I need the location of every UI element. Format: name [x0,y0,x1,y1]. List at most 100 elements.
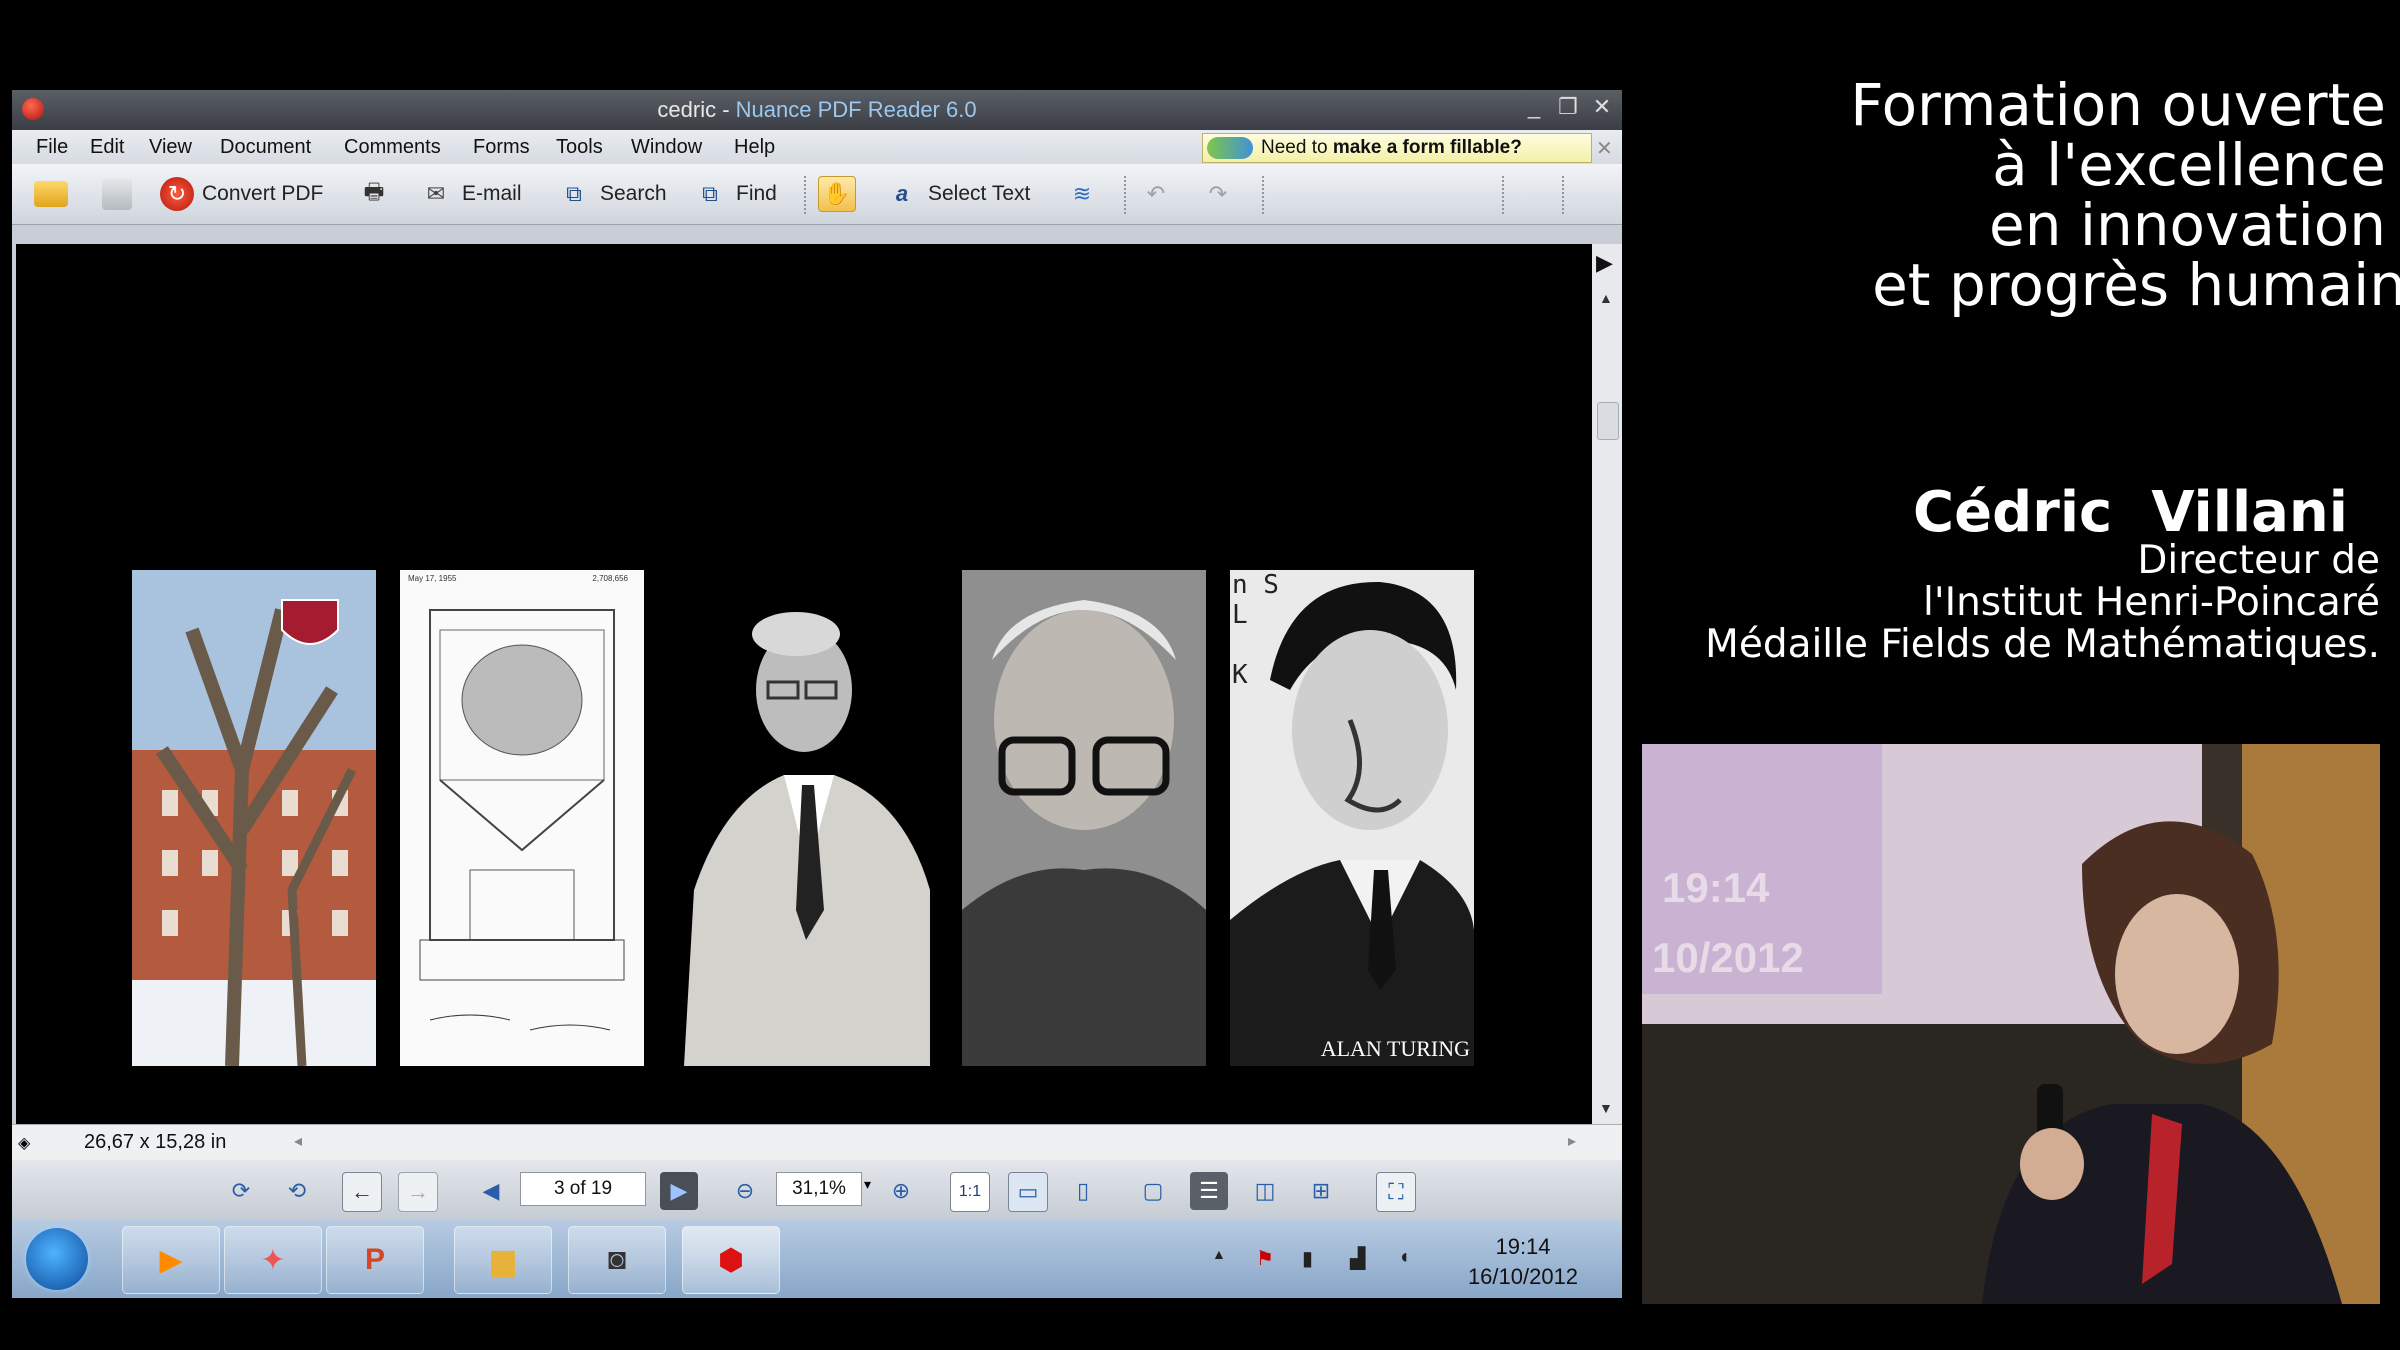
hand-tool-button[interactable]: ✋ [818,174,864,214]
powerpoint-icon: P [364,1243,385,1276]
redo-button[interactable]: ↷ [1200,174,1244,214]
save-icon [102,178,132,210]
print-button[interactable]: 🖶 [356,174,400,214]
menu-comments[interactable]: Comments [344,136,441,159]
minimize-button[interactable]: _ [1520,94,1548,120]
camera-icon: ◙ [607,1243,627,1276]
close-button[interactable]: ✕ [1588,94,1616,120]
find-binoculars-icon: ⧉ [702,181,718,206]
video-screen-time: 19:14 [1662,864,1770,911]
menu-forms[interactable]: Forms [473,136,530,159]
zoom-dropdown-icon[interactable]: ▾ [864,1176,871,1193]
taskbar-explorer[interactable]: ▆ [454,1226,552,1294]
folder-icon: ▆ [491,1243,515,1277]
snapshot-button[interactable]: ≋ [1064,174,1108,214]
page-size: 26,67 x 15,28 in [84,1131,227,1153]
forward-icon[interactable]: → [398,1172,438,1212]
rotate-cw-icon[interactable]: ⟳ [222,1172,260,1210]
actual-size-button[interactable]: 1:1 [950,1172,990,1212]
heading-line-4: et progrès humain [1872,251,2400,319]
panel-expand-icon[interactable]: ▶ [1596,250,1613,276]
previous-page-icon[interactable]: ◀ [472,1172,510,1210]
hscroll-left-icon[interactable]: ◂ [294,1131,302,1151]
fit-width-icon[interactable]: ▯ [1064,1172,1102,1210]
hand-icon: ✋ [818,176,856,212]
continuous-icon[interactable]: ☰ [1190,1172,1228,1210]
menu-tools[interactable]: Tools [556,136,603,159]
volume-icon[interactable]: ◖ [1398,1246,1410,1269]
event-heading: Formation ouverte à l'excellence en inno… [1850,71,2400,315]
form-fillable-promo[interactable]: Need to make a form fillable? [1202,133,1592,163]
menu-file[interactable]: File [36,136,68,159]
toolbar-separator-2 [1124,176,1128,214]
fullscreen-icon[interactable]: ⛶ [1376,1172,1416,1212]
zoom-field[interactable]: 31,1% [776,1172,862,1206]
taskbar-media-player[interactable]: ▶ [122,1226,220,1294]
binoculars-icon: ⧉ [566,181,582,206]
media-player-icon: ▶ [159,1243,183,1277]
fit-page-icon[interactable]: ▭ [1008,1172,1048,1212]
heading-line-1: Formation ouverte [1850,71,2386,139]
window-title: cedric - Nuance PDF Reader 6.0 [12,97,1622,123]
thumbnails-icon[interactable]: ⊞ [1302,1172,1340,1210]
title-bar: cedric - Nuance PDF Reader 6.0 _ ❐ ✕ [12,90,1622,130]
email-button[interactable]: ✉ E-mail [418,174,522,214]
convert-pdf-icon: ↻ [160,177,194,211]
network-icon[interactable]: ▟ [1350,1246,1365,1271]
undo-button[interactable]: ↶ [1138,174,1182,214]
toolbar-grip-1[interactable] [1502,176,1506,214]
toolbar-separator-3 [1262,176,1266,214]
action-center-icon[interactable]: ⚑ [1256,1246,1274,1271]
save-button[interactable] [102,174,140,214]
zoom-out-icon[interactable]: ⊖ [726,1172,764,1210]
power-icon[interactable]: ▮ [1302,1246,1313,1271]
document-view[interactable]: May 17, 1955 2,708,656 n S L K ALAN TURI… [16,244,1592,1124]
facing-pages-icon[interactable]: ◫ [1246,1172,1284,1210]
convert-pdf-button[interactable]: ↻ Convert PDF [160,174,323,214]
back-icon[interactable]: ← [342,1172,382,1212]
zoom-in-icon[interactable]: ⊕ [882,1172,920,1210]
scroll-down-icon[interactable]: ▼ [1599,1100,1613,1116]
clock-date: 16/10/2012 [1467,1264,1579,1289]
navigation-toolbar: ⟳ ⟲ ← → ◀ 3 of 19 ▶ ⊖ 31,1% ▾ ⊕ 1:1 ▭ ▯ … [12,1160,1622,1220]
tray-expand-icon[interactable]: ▲ [1212,1246,1226,1262]
rotate-ccw-icon[interactable]: ⟲ [278,1172,316,1210]
clock[interactable]: 19:14 16/10/2012 [1448,1232,1598,1292]
open-button[interactable] [34,174,76,214]
find-button[interactable]: ⧉ Find [692,174,777,214]
single-page-icon[interactable]: ▢ [1134,1172,1172,1210]
taskbar-pdf-reader[interactable]: ⬢ [682,1226,780,1294]
turing-caption: ALAN TURING [1320,1036,1470,1061]
menu-bar: File Edit View Document Comments Forms T… [12,130,1622,164]
search-button[interactable]: ⧉ Search [556,174,666,214]
promo-close-icon[interactable]: ✕ [1596,136,1613,161]
harvard-image [132,570,376,1066]
toolbar-grip-2[interactable] [1562,176,1566,214]
alan-turing-image: n S L K ALAN TURING [1230,570,1474,1066]
page-number-field[interactable]: 3 of 19 [520,1172,646,1206]
vertical-scrollbar[interactable]: ▲ ▼ [1592,244,1622,1124]
taskbar-powerpoint[interactable]: P [326,1226,424,1294]
restore-button[interactable]: ❐ [1554,94,1582,120]
taskbar: ▶ ✦ P ▆ ◙ ⬢ ▲ ⚑ ▮ ▟ ◖ 19:14 16/10/2012 [12,1220,1622,1298]
harvard-illustration [132,570,376,1066]
menu-document[interactable]: Document [220,136,311,159]
next-page-icon[interactable]: ▶ [660,1172,698,1210]
taskbar-paint[interactable]: ✦ [224,1226,322,1294]
hscroll-right-icon[interactable]: ▸ [1568,1131,1576,1151]
scroll-thumb[interactable] [1597,402,1619,440]
menu-edit[interactable]: Edit [90,136,124,159]
menu-help[interactable]: Help [734,136,775,159]
patent-date: May 17, 1955 [408,574,457,583]
role-line-3: Médaille Fields de Mathématiques. [1705,622,2380,667]
menu-window[interactable]: Window [631,136,702,159]
scroll-up-icon[interactable]: ▲ [1599,290,1613,306]
speaker-role: Directeur de l'Institut Henri-Poincaré M… [1705,540,2380,666]
taskbar-camera[interactable]: ◙ [568,1226,666,1294]
menu-view[interactable]: View [149,136,192,159]
title-separator: - [716,97,736,122]
start-button[interactable] [26,1228,88,1290]
heading-line-3: en innovation [1989,191,2386,259]
promo-leaf-icon [1207,137,1253,159]
select-text-button[interactable]: a Select Text [884,174,1030,214]
